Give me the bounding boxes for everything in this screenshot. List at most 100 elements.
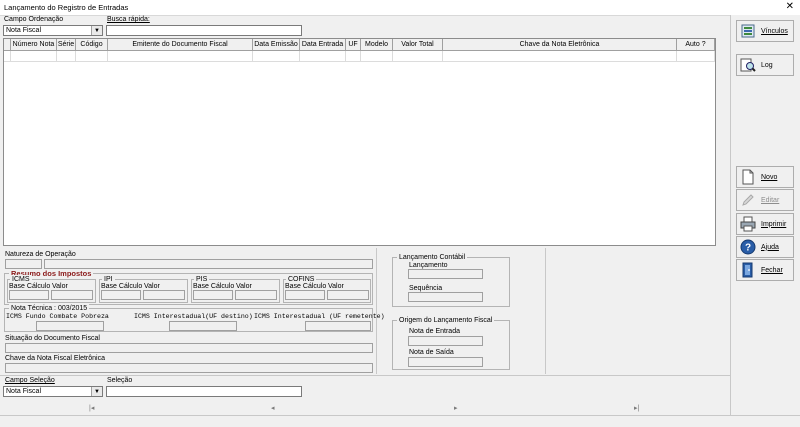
campo-ordenacao-select[interactable]: Nota Fiscal ▼ [3,25,103,36]
selecao-input[interactable] [106,386,302,397]
cofins-base-label: Base Cálculo [285,283,327,290]
campo-selecao-select[interactable]: Nota Fiscal ▼ [3,386,103,397]
nav-prior-icon[interactable]: ◂ [271,404,275,412]
col-data-entrada[interactable]: Data Entrada [300,39,346,50]
bottom-divider [0,375,730,376]
col-codigo[interactable]: Código [76,39,108,50]
title-bar: Lançamento do Registro de Entradas ✕ [0,0,800,16]
col-emitente[interactable]: Emitente do Documento Fiscal [108,39,253,50]
icms-fundo-pobreza-label: ICMS Fundo Combate Pobreza [6,313,109,320]
ajuda-label: Ajuda [761,243,779,251]
campo-selecao-value: Nota Fiscal [6,388,42,395]
ajuda-button[interactable]: ? Ajuda [736,236,794,258]
lancamento-label: Lançamento [409,262,448,269]
pis-base-field [193,290,233,300]
icms-uf-remetente-label: ICMS Interestadual (UF remetente) [254,313,385,320]
chevron-down-icon[interactable]: ▼ [91,387,102,396]
cell-auto[interactable] [677,51,715,61]
icms-base-label: Base Cálculo [9,283,51,290]
nav-first-icon[interactable]: |◂ [89,404,94,412]
grid-header-indicator [4,39,11,50]
icms-fundo-pobreza-field [36,321,104,331]
fechar-button[interactable]: Fechar [736,259,794,281]
cell-data-emissao[interactable] [253,51,300,61]
exit-door-icon [742,262,753,278]
row-indicator [4,51,11,61]
log-button[interactable]: Log [736,54,794,76]
ipi-base-field [101,290,141,300]
col-uf[interactable]: UF [346,39,361,50]
col-serie[interactable]: Série [57,39,76,50]
icms-uf-destino-field [169,321,237,331]
cell-data-entrada[interactable] [300,51,346,61]
situacao-field [5,343,373,353]
nota-tecnica-label: Nota Técnica : 003/2015 [9,304,90,313]
cell-numero-nota[interactable] [11,51,57,61]
chevron-down-icon[interactable]: ▼ [91,26,102,35]
icms-uf-destino-label: ICMS Interestadual(UF destino) [134,313,253,320]
pis-valor-label: Valor [236,283,252,290]
lancamento-field [408,269,483,279]
close-icon[interactable]: ✕ [786,1,794,13]
cell-modelo[interactable] [361,51,393,61]
new-document-icon [742,169,754,185]
selecao-label: Seleção [107,377,133,384]
table-row[interactable] [4,51,715,62]
printer-icon [740,216,756,232]
cell-codigo[interactable] [76,51,108,61]
sequencia-field [408,292,483,302]
nota-saida-label: Nota de Saída [409,349,454,356]
natureza-code-field [5,259,42,269]
log-label: Log [761,61,773,69]
busca-rapida-input[interactable] [106,25,302,36]
imprimir-button[interactable]: Imprimir [736,213,794,235]
editar-button[interactable]: Editar [736,189,794,211]
campo-ordenacao-label: Campo Ordenação [4,16,64,23]
editar-label: Editar [761,196,780,204]
details-divider [376,248,377,374]
col-data-emissao[interactable]: Data Emissão [253,39,300,50]
vinculos-label: Vínculos [761,27,788,35]
col-chave-nota[interactable]: Chave da Nota Eletrônica [443,39,677,50]
ipi-base-label: Base Cálculo [101,283,143,290]
col-modelo[interactable]: Modelo [361,39,393,50]
campo-ordenacao-value: Nota Fiscal [6,27,42,34]
icms-uf-remetente-field [305,321,371,331]
cell-uf[interactable] [346,51,361,61]
cell-emitente[interactable] [108,51,253,61]
vinculos-icon [741,24,755,38]
icms-base-field [9,290,49,300]
entries-grid[interactable]: Número Nota Série Código Emitente do Doc… [3,38,716,246]
help-icon: ? [740,239,756,255]
icms-valor-field [51,290,93,300]
col-numero-nota[interactable]: Número Nota [11,39,57,50]
nota-entrada-field [408,336,483,346]
pis-base-label: Base Cálculo [193,283,235,290]
ipi-valor-field [143,290,185,300]
novo-label: Novo [761,173,778,181]
lancamento-contabil-label: Lançamento Contábil [397,253,468,262]
natureza-label: Natureza de Operação [5,251,76,258]
icms-valor-label: Valor [52,283,68,290]
cell-chave-nota[interactable] [443,51,677,61]
imprimir-label: Imprimir [761,220,787,228]
nota-saida-field [408,357,483,367]
novo-button[interactable]: Novo [736,166,794,188]
nav-next-icon[interactable]: ▸ [454,404,458,412]
chave-nfe-label: Chave da Nota Fiscal Eletrônica [5,355,105,362]
grid-header: Número Nota Série Código Emitente do Doc… [4,39,715,51]
cell-valor-total[interactable] [393,51,443,61]
edit-icon [742,194,754,206]
nav-last-icon[interactable]: ▸| [634,404,639,412]
col-valor-total[interactable]: Valor Total [393,39,443,50]
vinculos-button[interactable]: Vínculos [736,20,794,42]
cell-serie[interactable] [57,51,76,61]
col-auto[interactable]: Auto ? [677,39,715,50]
status-divider [0,415,800,416]
campo-selecao-label: Campo Seleção [5,377,55,384]
natureza-description-field [44,259,373,269]
window-title: Lançamento do Registro de Entradas [4,3,129,12]
situacao-label: Situação do Documento Fiscal [5,335,100,342]
cofins-valor-field [327,290,369,300]
sequencia-label: Sequência [409,285,443,292]
